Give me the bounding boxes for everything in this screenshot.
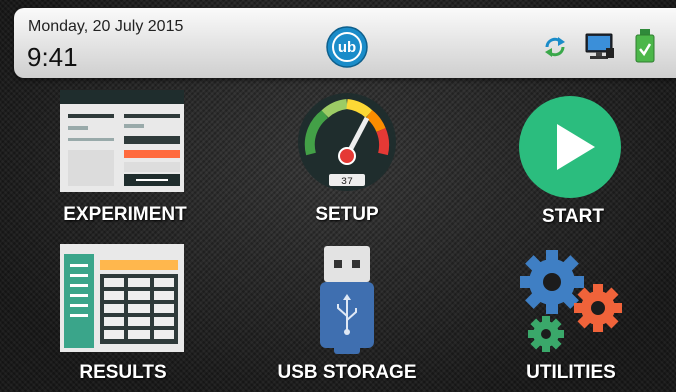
status-bar: Monday, 20 July 2015 9:41 ub — [14, 8, 676, 78]
network-monitor-icon[interactable] — [584, 32, 616, 62]
svg-text:ub: ub — [338, 39, 356, 56]
gears-icon — [520, 250, 622, 352]
results-table-icon — [60, 244, 184, 352]
setup-tile[interactable]: 37 SETUP — [262, 88, 432, 230]
setup-label: SETUP — [315, 204, 379, 225]
experiment-form-icon — [60, 90, 184, 192]
start-label: START — [542, 206, 604, 227]
results-label: RESULTS — [79, 362, 167, 383]
usb-storage-label: USB STORAGE — [277, 362, 417, 383]
utilities-label: UTILITIES — [526, 362, 616, 383]
start-tile[interactable]: START — [488, 90, 658, 232]
gauge-icon: 37 — [298, 93, 396, 191]
results-tile[interactable]: RESULTS — [38, 244, 208, 386]
usb-battery-ok-icon[interactable] — [634, 28, 656, 64]
sync-icon[interactable] — [542, 34, 568, 60]
experiment-label: EXPERIMENT — [63, 204, 187, 225]
date-display: Monday, 20 July 2015 — [28, 18, 184, 35]
experiment-tile[interactable]: EXPERIMENT — [40, 90, 210, 230]
play-icon — [519, 96, 621, 198]
time-display: 9:41 — [27, 42, 78, 72]
usb-storage-tile[interactable]: USB STORAGE — [262, 244, 432, 386]
utilities-tile[interactable]: UTILITIES — [486, 244, 656, 386]
usb-drive-icon — [320, 246, 374, 354]
app-logo: ub — [326, 26, 368, 68]
gauge-readout: 37 — [341, 177, 353, 188]
